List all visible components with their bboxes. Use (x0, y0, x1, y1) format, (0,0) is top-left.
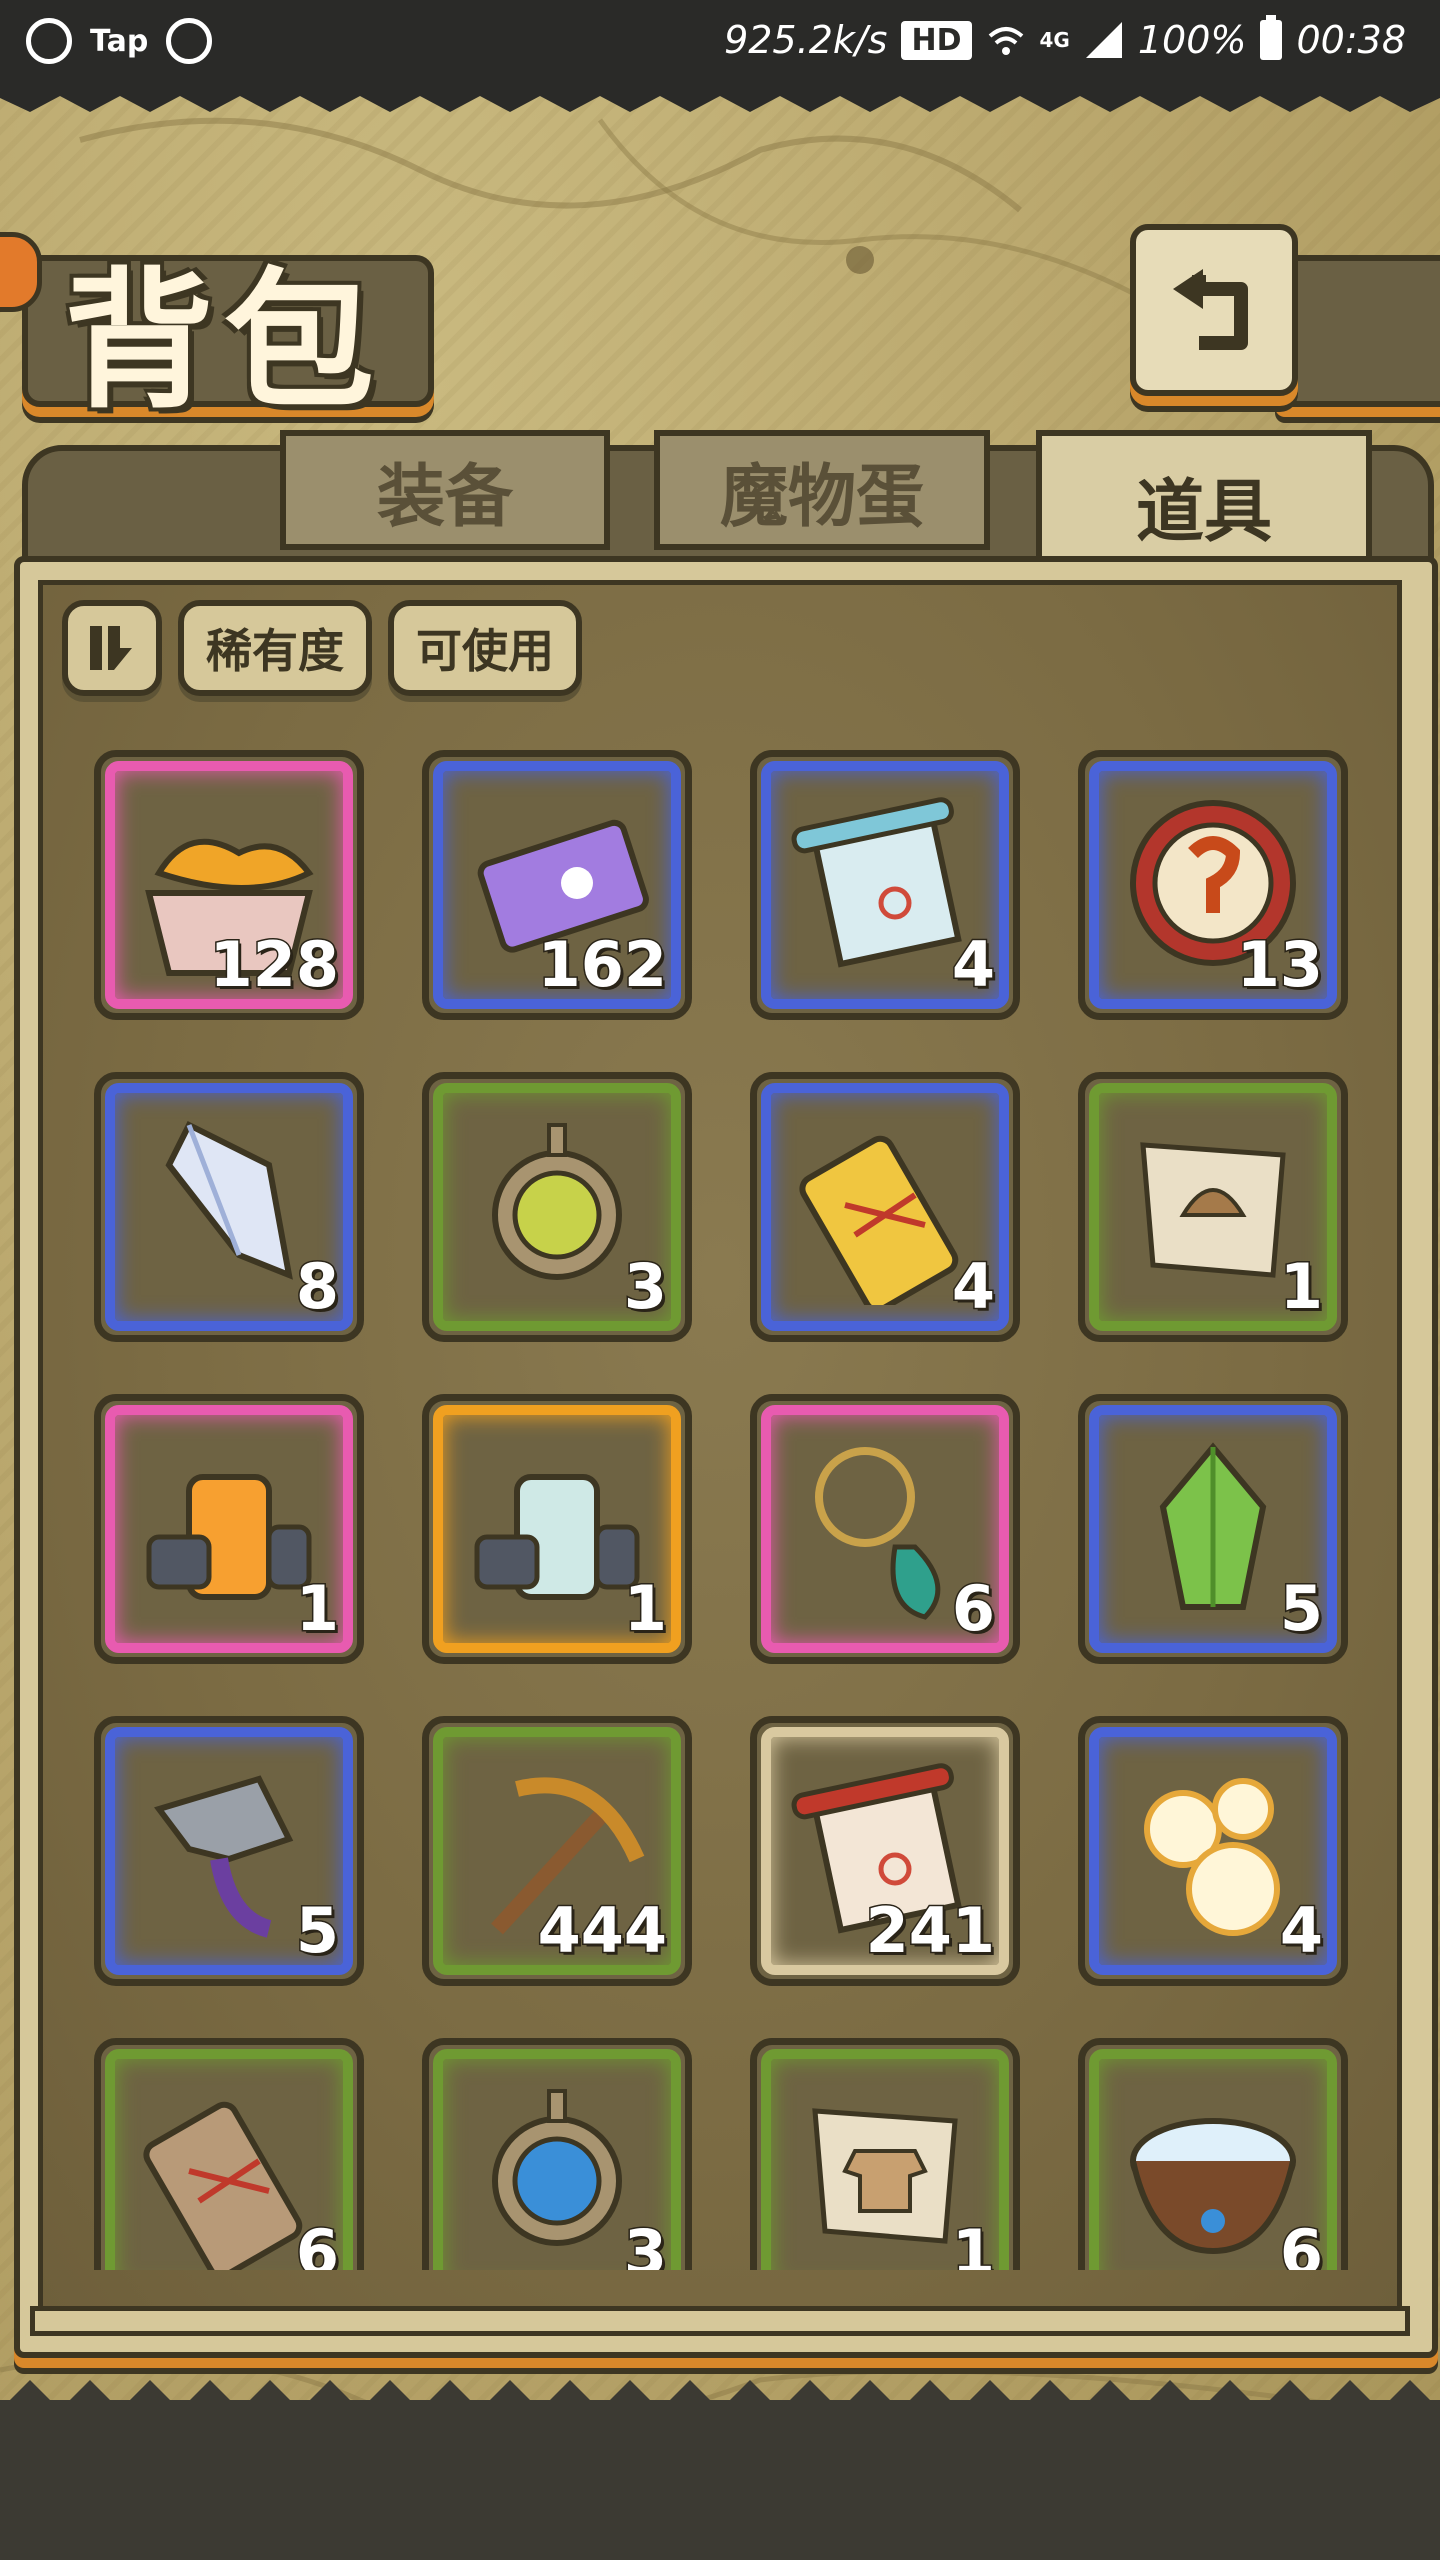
item-count: 13 (1235, 927, 1324, 1003)
item-count: 8 (294, 1249, 340, 1325)
tab-equipment[interactable]: 装备 (280, 430, 610, 550)
item-count: 6 (1278, 2215, 1324, 2271)
tab-equipment-label: 装备 (376, 456, 513, 537)
bottom-torn-edge (0, 2380, 1440, 2560)
status-torn-edge (0, 88, 1440, 112)
item-grid: 128 162 4 13 8 3 4 1 1 1 6 5 5 444 241 4 6 3 1 6 (62, 730, 1378, 2270)
item-count: 241 (864, 1893, 996, 1969)
item-count: 6 (950, 1571, 996, 1647)
item-slot[interactable]: 5 (1078, 1394, 1348, 1664)
back-button[interactable] (1130, 224, 1298, 396)
network-speed: 925.2k/s (724, 18, 888, 62)
page-title: 背包 (64, 253, 385, 429)
item-count: 4 (950, 927, 996, 1003)
tab-monster-eggs-label: 魔物蛋 (719, 456, 924, 537)
item-slot[interactable]: 8 (94, 1072, 364, 1342)
item-slot[interactable]: 444 (422, 1716, 692, 1986)
notification-icon (26, 18, 72, 64)
app-label: Tap (90, 23, 149, 59)
item-slot[interactable]: 1 (94, 1394, 364, 1664)
rarity-filter-button[interactable]: 稀有度 (178, 600, 372, 696)
item-count: 3 (622, 1249, 668, 1325)
item-slot[interactable]: 4 (750, 750, 1020, 1020)
item-slot[interactable]: 6 (94, 2038, 364, 2270)
item-slot[interactable]: 3 (422, 1072, 692, 1342)
item-slot[interactable]: 241 (750, 1716, 1020, 1986)
item-count: 128 (208, 927, 340, 1003)
panel-bottom-rail (30, 2306, 1410, 2336)
back-plate (1275, 255, 1440, 407)
item-slot[interactable]: 128 (94, 750, 364, 1020)
item-slot[interactable]: 1 (422, 1394, 692, 1664)
item-slot[interactable]: 3 (422, 2038, 692, 2270)
clock: 00:38 (1296, 18, 1406, 62)
title-arrow-icon (0, 232, 42, 312)
item-count: 5 (1278, 1571, 1324, 1647)
app-swirl-icon (166, 18, 213, 64)
battery-icon (1260, 15, 1283, 60)
item-slot[interactable]: 4 (750, 1072, 1020, 1342)
item-count: 5 (294, 1893, 340, 1969)
wifi-icon (988, 27, 1023, 55)
usable-filter-button[interactable]: 可使用 (388, 600, 582, 696)
signal-icon (1085, 22, 1122, 58)
item-slot[interactable]: 1 (750, 2038, 1020, 2270)
item-slot[interactable]: 6 (750, 1394, 1020, 1664)
return-arrow-icon (1173, 269, 1248, 350)
item-count: 6 (294, 2215, 340, 2271)
item-count: 4 (950, 1249, 996, 1325)
item-count: 444 (536, 1893, 668, 1969)
item-count: 4 (1278, 1893, 1324, 1969)
item-count: 3 (622, 2215, 668, 2271)
battery-percent: 100% (1137, 18, 1247, 62)
item-slot[interactable]: 162 (422, 750, 692, 1020)
status-bar: Tap 925.2k/s HD 4G 100% 00:38 (0, 0, 1440, 90)
sort-toggle-button[interactable] (62, 600, 162, 696)
tab-items-label: 道具 (1135, 471, 1272, 552)
sort-toggle-icon (90, 626, 132, 670)
item-count: 162 (536, 927, 668, 1003)
item-slot[interactable]: 13 (1078, 750, 1348, 1020)
hd-badge: HD (901, 20, 972, 60)
network-type: 4G (1039, 28, 1070, 52)
item-count: 1 (294, 1571, 340, 1647)
tab-monster-eggs[interactable]: 魔物蛋 (654, 430, 990, 550)
item-slot[interactable]: 6 (1078, 2038, 1348, 2270)
item-count: 1 (622, 1571, 668, 1647)
item-slot[interactable]: 4 (1078, 1716, 1348, 1986)
item-count: 1 (1278, 1249, 1324, 1325)
item-slot[interactable]: 5 (94, 1716, 364, 1986)
item-slot[interactable]: 1 (1078, 1072, 1348, 1342)
item-count: 1 (950, 2215, 996, 2271)
filter-row: 稀有度 可使用 (62, 600, 582, 696)
